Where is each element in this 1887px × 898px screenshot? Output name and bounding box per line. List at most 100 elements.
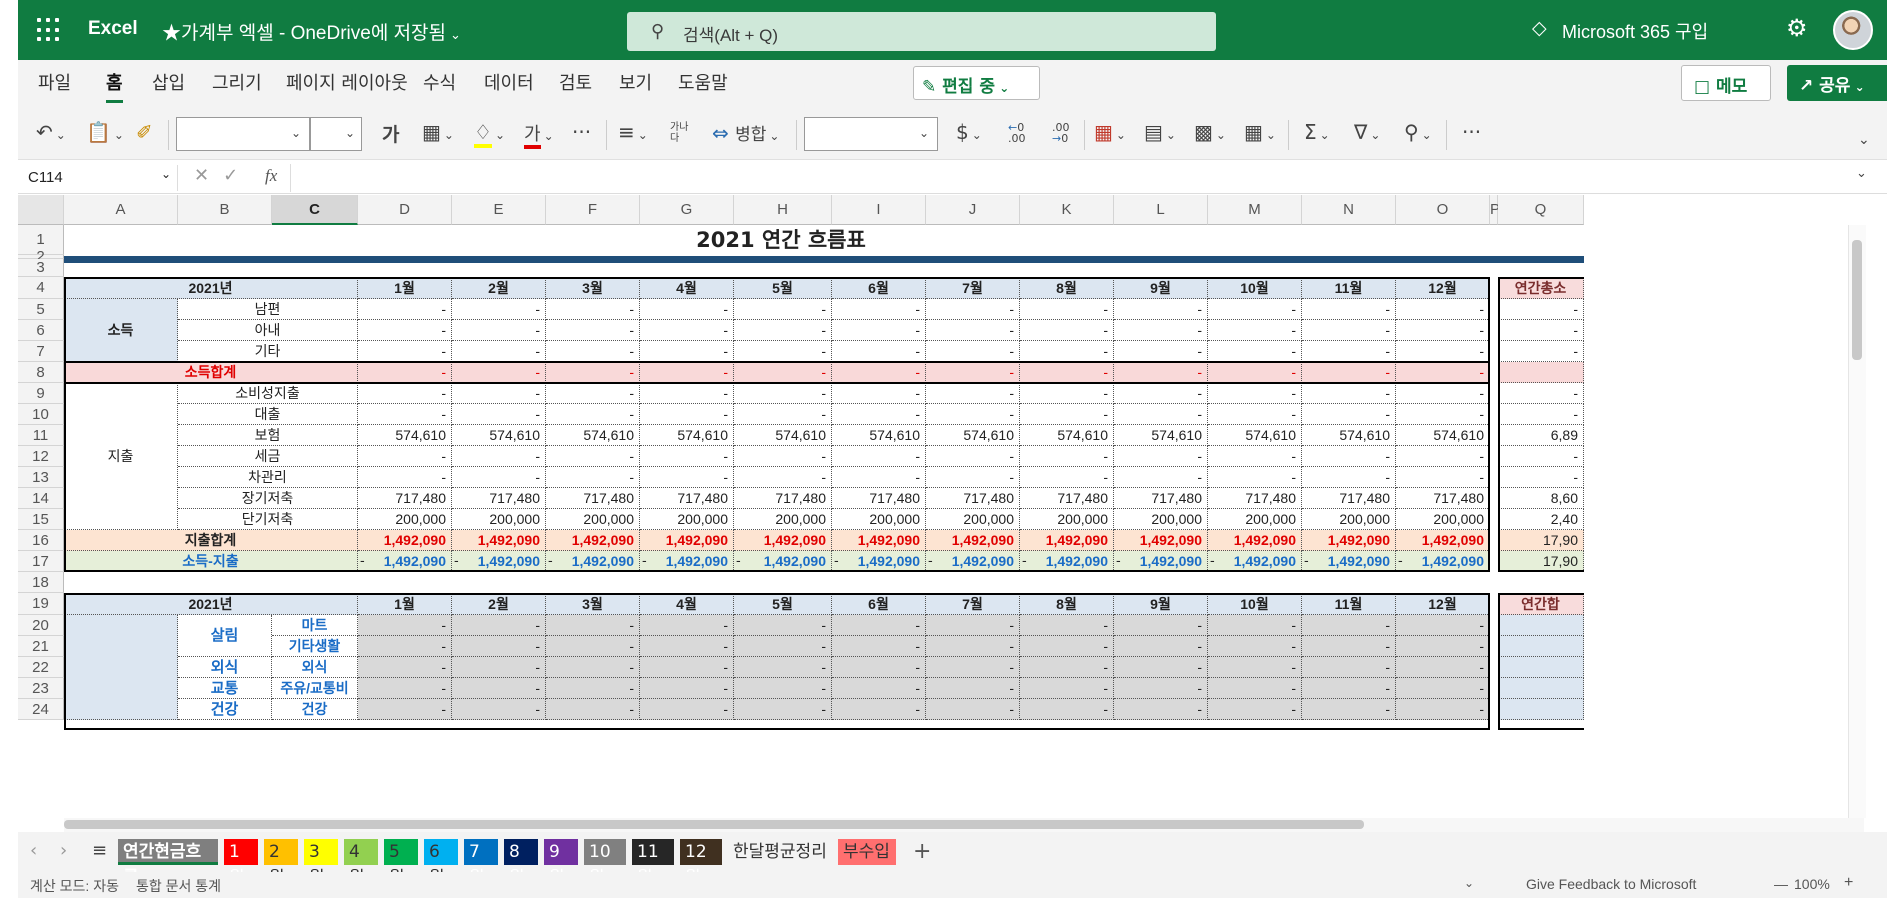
- zoom-level[interactable]: 100%: [1794, 876, 1830, 892]
- row-header-14[interactable]: 14: [18, 488, 64, 509]
- row-header-13[interactable]: 13: [18, 467, 64, 488]
- sheet-tab[interactable]: 4월: [344, 839, 378, 888]
- row-header-17[interactable]: 17: [18, 551, 64, 572]
- fill-color-button[interactable]: ♢ ⌄: [474, 120, 505, 148]
- increase-decimal-button[interactable]: ←0.00: [1008, 122, 1026, 144]
- avatar[interactable]: [1833, 10, 1873, 50]
- row-header-6[interactable]: 6: [18, 320, 64, 341]
- workbook-statistics[interactable]: 통합 문서 통계: [136, 876, 221, 896]
- currency-format-button[interactable]: $ ⌄: [956, 120, 982, 144]
- column-header-k[interactable]: K: [1020, 195, 1114, 225]
- horizontal-scroll-thumb[interactable]: [64, 820, 1364, 829]
- spreadsheet-grid[interactable]: A B C D E F G H I J K L M N O P Q 1 2 3 4 5 6 7 8 9 10 11 12 13 14 15 16…: [18, 195, 1864, 818]
- column-header-f[interactable]: F: [546, 195, 640, 225]
- row-header-23[interactable]: 23: [18, 678, 64, 699]
- formula-input[interactable]: [302, 166, 1832, 190]
- name-box[interactable]: C114 ⌄: [24, 165, 178, 191]
- menu-page-layout[interactable]: 페이지 레이아웃: [286, 69, 408, 95]
- column-header-b[interactable]: B: [178, 195, 272, 225]
- row-header-3[interactable]: 3: [18, 259, 64, 277]
- menu-data[interactable]: 데이터: [484, 69, 534, 95]
- menu-insert[interactable]: 삽입: [152, 69, 185, 95]
- row-header-8[interactable]: 8: [18, 362, 64, 383]
- number-format-dropdown[interactable]: ⌄: [804, 117, 938, 151]
- row-header-7[interactable]: 7: [18, 341, 64, 362]
- expand-formula-bar-icon[interactable]: ⌄: [1856, 166, 1867, 181]
- column-header-i[interactable]: I: [832, 195, 926, 225]
- app-name[interactable]: Excel: [88, 18, 138, 40]
- gear-icon[interactable]: ⚙: [1786, 14, 1808, 42]
- row-header-12[interactable]: 12: [18, 446, 64, 467]
- all-sheets-menu-icon[interactable]: ≡: [92, 840, 107, 861]
- sheet-tab[interactable]: 한달평균정리: [728, 839, 832, 865]
- column-header-j[interactable]: J: [926, 195, 1020, 225]
- decrease-decimal-button[interactable]: .00 →0: [1052, 122, 1070, 144]
- menu-file[interactable]: 파일: [38, 69, 71, 95]
- column-header-g[interactable]: G: [640, 195, 734, 225]
- sheet-tab[interactable]: 9월: [544, 839, 578, 888]
- row-header-10[interactable]: 10: [18, 404, 64, 425]
- menu-home[interactable]: 홈: [106, 69, 123, 103]
- row-header-21[interactable]: 21: [18, 636, 64, 657]
- paste-button[interactable]: 📋 ⌄: [86, 120, 124, 144]
- bold-button[interactable]: 가: [382, 120, 399, 147]
- zoom-in-button[interactable]: +: [1844, 874, 1853, 892]
- menu-draw[interactable]: 그리기: [212, 69, 262, 95]
- row-header-22[interactable]: 22: [18, 657, 64, 678]
- sheet-tab[interactable]: 7월: [464, 839, 498, 888]
- column-header-h[interactable]: H: [734, 195, 832, 225]
- find-button[interactable]: ⚲ ⌄: [1404, 120, 1432, 144]
- sheet-tab[interactable]: 1월: [224, 839, 258, 888]
- menu-help[interactable]: 도움말: [678, 69, 728, 95]
- select-all-corner[interactable]: [18, 195, 64, 225]
- previous-sheet-icon[interactable]: ‹: [30, 840, 37, 861]
- document-title[interactable]: ★가계부 엑셀 - OneDrive에 저장됨 ⌄: [162, 18, 461, 45]
- editing-mode-button[interactable]: ✎ 편집 중 ⌄: [913, 66, 1040, 100]
- row-header-11[interactable]: 11: [18, 425, 64, 446]
- sheet-tab[interactable]: 부수입: [838, 839, 896, 865]
- vertical-scroll-thumb[interactable]: [1852, 240, 1862, 360]
- sheet-tab[interactable]: 5월: [384, 839, 418, 888]
- sort-filter-button[interactable]: ∇ ⌄: [1354, 120, 1380, 144]
- calculation-mode[interactable]: 계산 모드: 자동: [30, 876, 119, 896]
- font-size-dropdown[interactable]: ⌄: [310, 117, 362, 151]
- row-header-15[interactable]: 15: [18, 509, 64, 530]
- format-as-table-button[interactable]: ▤ ⌄: [1144, 120, 1176, 144]
- merge-button[interactable]: ⇔ 병합 ⌄: [712, 120, 779, 145]
- column-header-l[interactable]: L: [1114, 195, 1208, 225]
- column-header-d[interactable]: D: [358, 195, 452, 225]
- font-color-button[interactable]: 가 ⌄: [524, 120, 554, 149]
- conditional-format-button[interactable]: ▦ ⌄: [1094, 120, 1126, 144]
- sheet-tab[interactable]: 8월: [504, 839, 538, 888]
- zoom-out-button[interactable]: —: [1774, 876, 1788, 892]
- column-header-m[interactable]: M: [1208, 195, 1302, 225]
- row-header-16[interactable]: 16: [18, 530, 64, 551]
- column-header-e[interactable]: E: [452, 195, 546, 225]
- next-sheet-icon[interactable]: ›: [60, 840, 67, 861]
- format-painter-button[interactable]: ✐: [136, 120, 153, 144]
- chevron-down-icon[interactable]: ⌄: [1464, 876, 1474, 890]
- menu-formulas[interactable]: 수식: [423, 69, 456, 95]
- sheet-tab[interactable]: 6월: [424, 839, 458, 888]
- menu-review[interactable]: 검토: [559, 69, 592, 95]
- app-launcher-icon[interactable]: [37, 18, 61, 42]
- row-header-20[interactable]: 20: [18, 615, 64, 636]
- sheet-tab[interactable]: 11월: [632, 839, 674, 888]
- expand-ribbon-chevron-icon[interactable]: ⌄: [1858, 132, 1870, 148]
- font-name-dropdown[interactable]: ⌄: [176, 117, 310, 151]
- column-header-n[interactable]: N: [1302, 195, 1396, 225]
- row-header-5[interactable]: 5: [18, 299, 64, 320]
- confirm-icon[interactable]: ✓: [223, 165, 252, 186]
- align-button[interactable]: ≡ ⌄: [618, 120, 648, 144]
- sheet-tab[interactable]: 연간현금흐름: [118, 839, 218, 888]
- row-header-9[interactable]: 9: [18, 383, 64, 404]
- column-header-q[interactable]: Q: [1498, 195, 1584, 225]
- undo-button[interactable]: ↶ ⌄: [36, 120, 66, 144]
- row-header-19[interactable]: 19: [18, 593, 64, 615]
- more-options-button[interactable]: ···: [1462, 120, 1481, 144]
- cancel-icon[interactable]: ✕: [194, 165, 223, 186]
- sheet-tab[interactable]: 12월: [680, 839, 722, 888]
- autosum-button[interactable]: Σ ⌄: [1304, 120, 1330, 144]
- cell-styles-button[interactable]: ▩ ⌄: [1194, 120, 1226, 144]
- sheet-tab[interactable]: 2월: [264, 839, 298, 888]
